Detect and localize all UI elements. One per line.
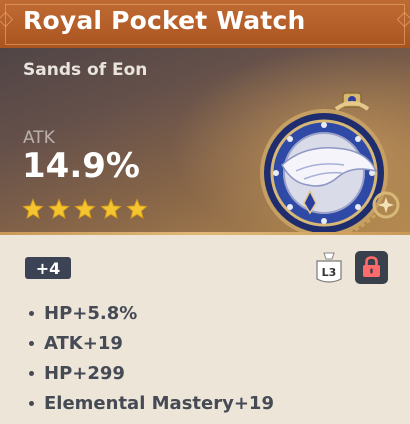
title-bar: Royal Pocket Watch xyxy=(0,0,410,48)
substat-item: HP+299 xyxy=(29,358,274,388)
star-icon xyxy=(48,198,70,219)
substat-item: ATK+19 xyxy=(29,328,274,358)
substat-text: Elemental Mastery+19 xyxy=(44,392,274,414)
substat-text: HP+299 xyxy=(44,362,125,384)
star-icon xyxy=(74,198,96,219)
substat-list: HP+5.8% ATK+19 HP+299 Elemental Mastery+… xyxy=(29,298,274,418)
bullet xyxy=(29,400,34,406)
main-stat-label: ATK xyxy=(23,128,55,148)
lock-button[interactable] xyxy=(355,251,388,284)
bullet xyxy=(29,370,34,376)
substat-item: Elemental Mastery+19 xyxy=(29,388,274,418)
artifact-header-panel: Sands of Eon ATK 14.9% xyxy=(0,48,410,234)
artifact-name: Royal Pocket Watch xyxy=(23,6,306,35)
bullet xyxy=(29,340,34,346)
star-icon xyxy=(126,198,148,219)
main-stat-value: 14.9% xyxy=(22,146,140,186)
substat-text: ATK+19 xyxy=(44,332,123,354)
artifact-detail-card: Royal Pocket Watch Sands of Eon ATK 14.9… xyxy=(0,0,410,424)
lock-tag-button[interactable]: L3 xyxy=(313,251,345,285)
lock-icon xyxy=(363,256,380,277)
substat-item: HP+5.8% xyxy=(29,298,274,328)
artifact-set-name: Sands of Eon xyxy=(23,60,148,80)
substat-text: HP+5.8% xyxy=(44,302,138,324)
bullet xyxy=(29,310,34,316)
star-icon xyxy=(22,198,44,219)
star-icon xyxy=(100,198,122,219)
header-divider xyxy=(0,232,410,235)
rarity-stars xyxy=(22,198,148,220)
pocket-watch-artwork xyxy=(260,92,400,234)
lock-tag-label: L3 xyxy=(321,266,337,279)
level-badge: +4 xyxy=(25,257,71,279)
